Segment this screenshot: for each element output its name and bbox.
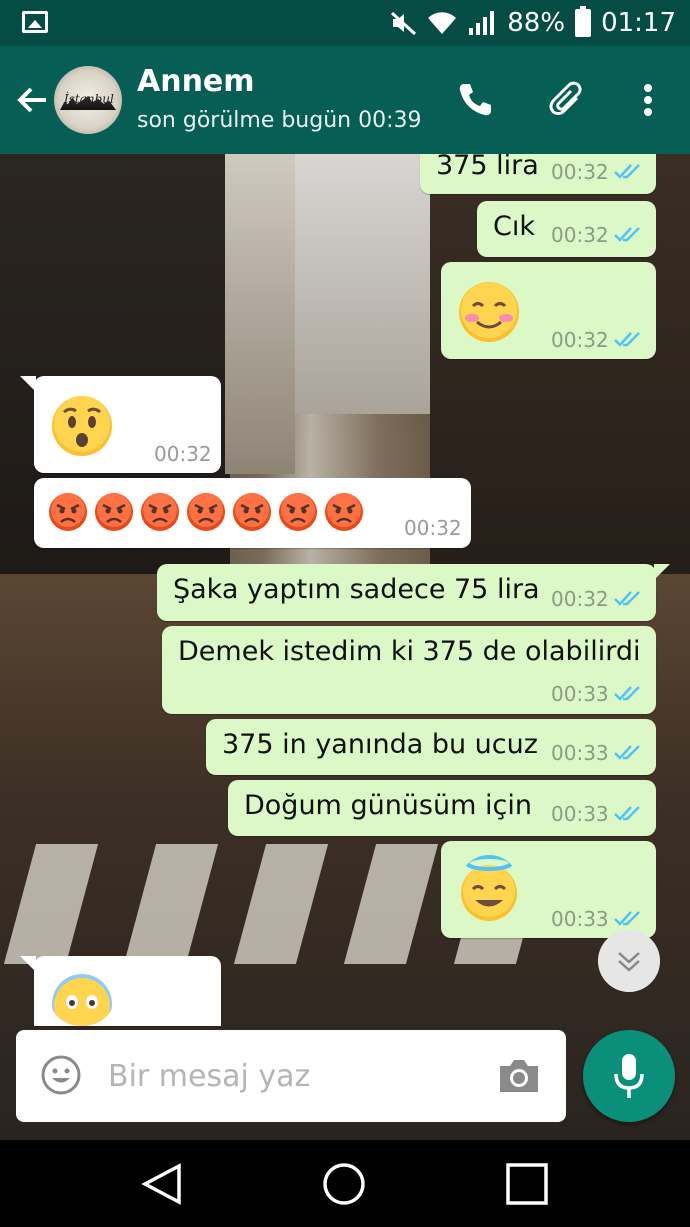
avatar-text: İstanbul: [64, 92, 114, 106]
message-time: 00:32: [551, 223, 609, 247]
signal-icon: [469, 11, 495, 35]
message-time: 00:33: [551, 741, 609, 765]
angry-face-emoji-icon: [95, 493, 133, 531]
message-time: 00:32: [154, 442, 212, 466]
message-bubble-incoming[interactable]: [34, 956, 221, 1026]
scroll-down-button[interactable]: [598, 930, 660, 992]
last-seen: son görülme bugün 00:39: [137, 108, 422, 133]
message-bubble-incoming[interactable]: 00:32: [34, 478, 471, 548]
mic-button[interactable]: [583, 1030, 675, 1122]
avatar[interactable]: İstanbul: [54, 66, 122, 134]
mute-icon: [391, 11, 417, 36]
message-bubble-outgoing[interactable]: Cık 00:32: [477, 201, 656, 257]
screaming-face-emoji-icon: [52, 974, 112, 1026]
back-arrow-icon[interactable]: [12, 80, 52, 120]
read-ticks-icon: [614, 227, 640, 242]
chat-header: İstanbul Annem son görülme bugün 00:39: [0, 46, 690, 154]
message-bubble-outgoing[interactable]: 00:33: [441, 841, 656, 938]
message-text: 375 lira: [436, 154, 539, 181]
angry-face-emoji-icon: [49, 493, 87, 531]
angry-face-emoji-icon: [325, 493, 363, 531]
read-ticks-icon: [614, 591, 640, 606]
battery-icon: [575, 6, 592, 37]
angry-emoji-row: [48, 492, 364, 532]
message-composer: [16, 1030, 566, 1122]
angry-face-emoji-icon: [187, 493, 225, 531]
image-icon: [22, 11, 48, 33]
wifi-icon: [428, 12, 457, 34]
paperclip-icon[interactable]: [547, 80, 587, 120]
message-text: Demek istedim ki 375 de olabilirdi: [178, 636, 641, 667]
message-time: 00:32: [404, 516, 462, 540]
read-ticks-icon: [614, 911, 640, 926]
wallpaper-building-mid: [225, 154, 295, 474]
back-triangle-icon[interactable]: [139, 1160, 187, 1208]
message-text: Şaka yaptım sadece 75 lira: [173, 574, 540, 605]
more-vert-icon[interactable]: [628, 80, 668, 120]
system-nav-bar: [0, 1140, 690, 1227]
read-ticks-icon: [614, 332, 640, 347]
status-bar: 88% 01:17: [0, 0, 690, 46]
message-bubble-outgoing[interactable]: 375 in yanında bu ucuz 00:33: [206, 719, 656, 775]
emoji-icon[interactable]: [40, 1054, 82, 1096]
angry-face-emoji-icon: [279, 493, 317, 531]
read-ticks-icon: [614, 686, 640, 701]
message-time: 00:33: [551, 682, 609, 706]
message-bubble-outgoing[interactable]: 375 lira 00:32: [420, 154, 656, 194]
mic-icon: [614, 1054, 644, 1098]
halo-smile-emoji-icon: [461, 855, 517, 921]
clock: 01:17: [601, 8, 676, 38]
read-ticks-icon: [614, 806, 640, 821]
angry-face-emoji-icon: [233, 493, 271, 531]
status-right: 88% 01:17: [389, 6, 676, 40]
blushing-smile-emoji-icon: [459, 282, 519, 342]
battery-percent: 88%: [507, 8, 566, 38]
read-ticks-icon: [614, 164, 640, 179]
home-circle-icon[interactable]: [320, 1160, 368, 1208]
message-time: 00:32: [551, 587, 609, 611]
message-bubble-outgoing[interactable]: Şaka yaptım sadece 75 lira 00:32: [157, 564, 656, 621]
message-text: 375 in yanında bu ucuz: [222, 729, 538, 760]
angry-face-emoji-icon: [141, 493, 179, 531]
read-ticks-icon: [614, 745, 640, 760]
message-time: 00:33: [551, 802, 609, 826]
phone-icon[interactable]: [455, 80, 495, 120]
message-bubble-incoming[interactable]: 00:32: [34, 376, 221, 473]
message-text: Cık: [493, 211, 535, 242]
contact-name[interactable]: Annem: [137, 64, 255, 99]
message-bubble-outgoing[interactable]: Doğum günüsüm için 00:33: [228, 780, 656, 836]
message-time: 00:32: [551, 328, 609, 352]
recents-square-icon[interactable]: [503, 1160, 551, 1208]
message-text: Doğum günüsüm için: [244, 790, 532, 821]
message-time: 00:32: [551, 160, 609, 184]
hushed-face-emoji-icon: [52, 396, 112, 456]
message-time: 00:33: [551, 907, 609, 931]
message-input[interactable]: [108, 1052, 488, 1100]
message-bubble-outgoing[interactable]: 00:32: [441, 262, 656, 359]
camera-icon[interactable]: [496, 1056, 542, 1096]
chat-area[interactable]: 375 lira 00:32 Cık 00:32 00:32 00:32 00:…: [0, 154, 690, 1140]
bubble-tail: [654, 564, 670, 580]
message-bubble-outgoing[interactable]: Demek istedim ki 375 de olabilirdi 00:33: [162, 626, 656, 714]
